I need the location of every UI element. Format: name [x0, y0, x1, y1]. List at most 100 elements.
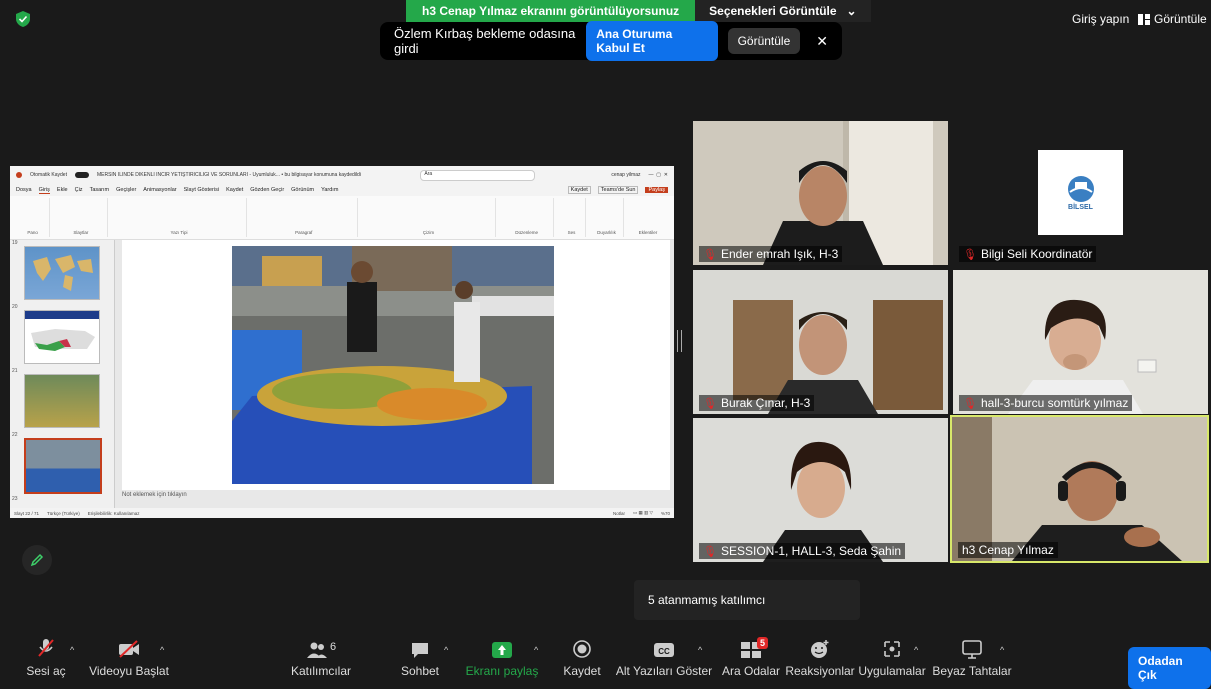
participant-name-tag: h3 Cenap Yılmaz [958, 542, 1058, 558]
audio-options-caret[interactable]: ^ [70, 645, 74, 655]
video-tile[interactable]: 🎙 Burak Çınar, H-3 [693, 270, 948, 414]
video-tile[interactable]: 🎙 Ender emrah Işık, H-3 [693, 121, 948, 265]
leave-room-button[interactable]: Odadan Çık [1128, 647, 1211, 689]
unmute-button[interactable]: Sesi aç [26, 634, 66, 684]
slide-number: 21 [12, 368, 18, 374]
encryption-shield-icon[interactable] [14, 10, 32, 28]
logo-text: BİLSEL [1068, 204, 1093, 211]
apps-label: Uygulamalar [858, 664, 926, 678]
chat-options-caret[interactable]: ^ [444, 645, 448, 655]
view-options-label: Seçenekleri Görüntüle [709, 4, 837, 18]
split-view-handle[interactable] [677, 330, 682, 352]
whiteboard-options-caret[interactable]: ^ [1000, 645, 1004, 655]
participant-name-tag: 🎙 SESSION-1, HALL-3, Seda Şahin [699, 543, 906, 559]
slide-number: 19 [12, 240, 18, 246]
ppt-menu-item: Yardım [321, 187, 339, 193]
bilgi-seli-logo: BİLSEL [1038, 150, 1123, 235]
record-label: Kaydet [563, 664, 601, 678]
ppt-search-box: Ara [420, 169, 536, 181]
slide-photo-prickly-pear-stand [232, 246, 554, 484]
captions-options-caret[interactable]: ^ [698, 645, 702, 655]
whiteboard-icon [962, 640, 982, 659]
breakout-badge: 5 [756, 637, 768, 649]
slide-number: 22 [12, 432, 18, 438]
video-options-caret[interactable]: ^ [160, 645, 164, 655]
mic-off-icon: 🎙 [703, 545, 717, 558]
ppt-teams-button: Teams'de Sun [597, 186, 639, 194]
smiley-plus-icon [811, 640, 829, 658]
slide-count: Slayt 22 / 71 [14, 510, 40, 516]
share-options-caret[interactable]: ^ [534, 645, 538, 655]
ribbon-group: Duyarlılık [590, 198, 625, 237]
people-icon [306, 642, 327, 658]
chat-icon [412, 643, 428, 658]
mic-off-icon: 🎙 [963, 248, 977, 261]
ppt-menu-item: Ekle [56, 187, 68, 193]
participants-count: 6 [329, 641, 337, 653]
sign-in-link[interactable]: Giriş yapın [1072, 12, 1129, 26]
view-mode-button[interactable]: Görüntüle [1138, 12, 1207, 26]
share-screen-button[interactable]: Ekranı paylaş [466, 634, 538, 684]
show-captions-button[interactable]: CC Alt Yazıları Göster [616, 634, 712, 684]
ppt-menu-item: Çiz [74, 187, 83, 193]
annotate-pencil-button[interactable] [22, 545, 52, 575]
slide-thumbnail-fruit [24, 374, 100, 428]
chat-button[interactable]: Sohbet [400, 634, 440, 684]
view-options-button[interactable]: Seçenekleri Görüntüle ⌄ [695, 0, 871, 22]
camera-off-icon [119, 640, 139, 658]
ribbon-group: Slaytlar [54, 198, 109, 237]
participant-name-tag: 🎙 Burak Çınar, H-3 [699, 395, 815, 411]
ppt-search-label: Ara [424, 170, 433, 177]
ppt-menu-bar: Dosya Giriş Ekle Çiz Tasarım Geçişler An… [10, 184, 674, 196]
autosave-label: Otomatik Kaydet [30, 172, 67, 178]
shared-screen[interactable]: Otomatik Kaydet MERSİN İLİNDE DİKENLİ İN… [10, 166, 674, 518]
ppt-share-button: Paylaş [645, 187, 668, 193]
share-screen-label: Ekranı paylaş [465, 664, 539, 678]
pencil-icon [30, 553, 44, 567]
ppt-titlebar: Otomatik Kaydet MERSİN İLİNDE DİKENLİ İN… [10, 166, 674, 184]
ribbon-group: Düzenleme [500, 198, 555, 237]
whiteboards-button[interactable]: Beyaz Tahtalar [932, 634, 1012, 684]
ribbon-group: Yazı Tipi [112, 198, 247, 237]
slide-thumbnail-map [24, 246, 100, 300]
accessibility-status: Erişilebilirlik: Kullanılamaz [87, 510, 140, 516]
record-icon [573, 640, 591, 658]
mic-muted-icon [38, 639, 54, 657]
video-tile-active-speaker[interactable]: h3 Cenap Yılmaz [950, 415, 1209, 563]
ribbon-group: Eklentiler [638, 230, 658, 235]
ppt-menu-item: Görünüm [291, 187, 315, 193]
video-tile[interactable]: BİLSEL 🎙 Bilgi Seli Koordinatör [953, 121, 1208, 265]
ppt-menu-item: Kaydet [226, 187, 244, 193]
reactions-button[interactable]: Reaksiyonlar [785, 634, 855, 684]
apps-button[interactable]: Uygulamalar [858, 634, 926, 684]
apps-icon [884, 641, 900, 657]
ribbon-group: Ses [558, 198, 586, 237]
ppt-menu-item: Tasarım [89, 187, 110, 193]
notification-text: Özlem Kırbaş bekleme odasına girdi [394, 26, 576, 56]
view-waiting-room-button[interactable]: Görüntüle [727, 28, 801, 54]
record-button[interactable]: Kaydet [562, 634, 602, 684]
ppt-menu-item: Giriş [38, 186, 50, 194]
ribbon-group: Pano [16, 198, 51, 237]
breakout-rooms-button[interactable]: 5 Ara Odalar [722, 634, 780, 684]
share-banner-text: h3 Cenap Yılmaz ekranını görüntülüyorsun… [406, 0, 696, 22]
screen-share-banner: h3 Cenap Yılmaz ekranını görüntülüyorsun… [406, 0, 871, 22]
slide-number: 23 [12, 496, 18, 502]
globe-logo-icon [1067, 176, 1094, 202]
meeting-toolbar: Sesi aç ^ Videoyu Başlat ^ 6 Katılımcıla… [0, 634, 1211, 684]
captions-icon: CC [654, 643, 674, 657]
chat-label: Sohbet [400, 664, 440, 678]
close-icon[interactable]: ✕ [816, 33, 828, 50]
ppt-menu-item: Geçişler [116, 187, 137, 193]
admit-button[interactable]: Ana Oturuma Kabul Et [586, 21, 718, 61]
chevron-down-icon: ⌄ [846, 4, 857, 18]
ppt-workspace: 19 20 21 22 23 Not eklemek için tıklayın [10, 240, 674, 508]
apps-options-caret[interactable]: ^ [914, 645, 918, 655]
ppt-user: cenap yilmaz [611, 172, 641, 178]
video-tile[interactable]: 🎙 SESSION-1, HALL-3, Seda Şahin [693, 418, 948, 562]
unmute-label: Sesi aç [26, 664, 66, 678]
video-tile[interactable]: 🎙 hall-3-burcu somtürk yılmaz [953, 270, 1208, 414]
start-video-button[interactable]: Videoyu Başlat [89, 634, 169, 684]
notes-toggle: Notlar [613, 510, 626, 516]
participants-button[interactable]: 6 Katılımcılar [291, 634, 351, 684]
